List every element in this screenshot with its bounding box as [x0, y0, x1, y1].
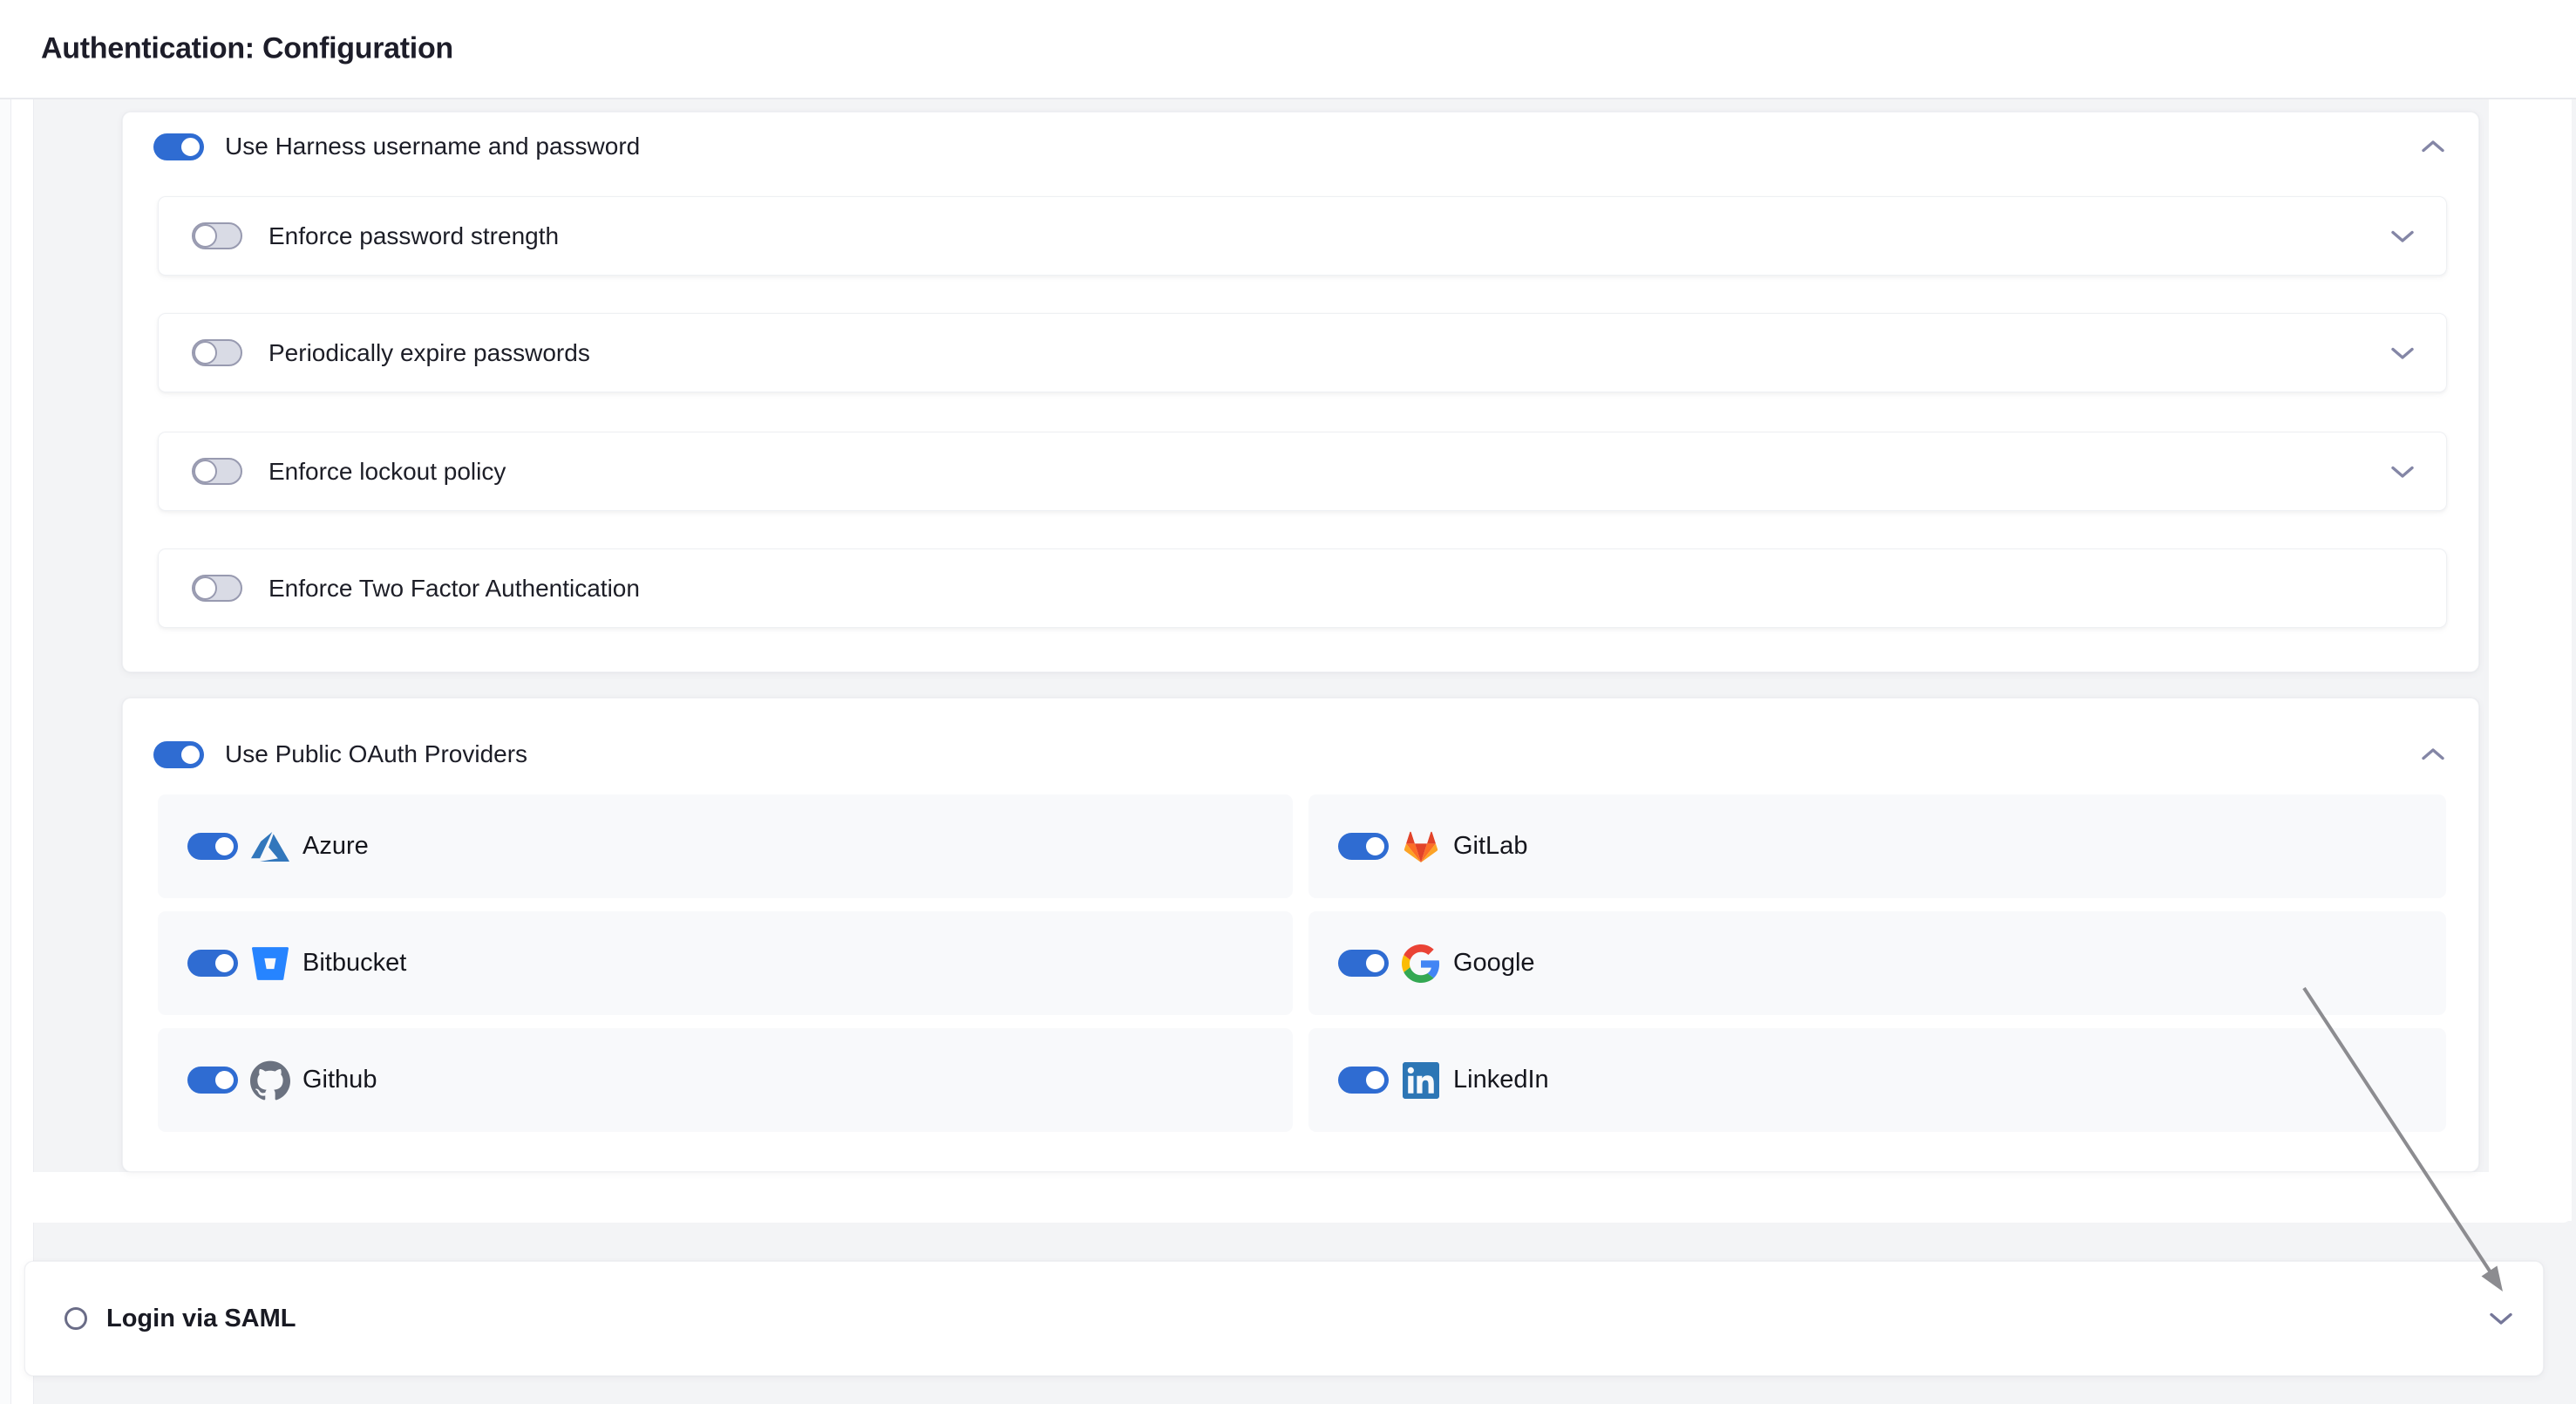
option-label: Enforce password strength [268, 222, 559, 250]
use-harness-username-password-toggle[interactable] [153, 133, 204, 160]
bitbucket-toggle[interactable] [187, 950, 238, 977]
provider-label: Google [1453, 949, 1535, 978]
github-icon [250, 1060, 290, 1101]
bitbucket-provider-row[interactable]: Bitbucket [158, 911, 1293, 1015]
chevron-down-icon[interactable] [2390, 228, 2415, 244]
google-toggle[interactable] [1338, 950, 1389, 977]
gitlab-icon [1401, 827, 1441, 867]
enforce-lockout-policy-toggle[interactable] [192, 458, 242, 485]
toggle-knob [1363, 1068, 1387, 1092]
toggle-knob [1363, 951, 1387, 975]
chevron-down-icon[interactable] [2390, 345, 2415, 361]
enforce-password-strength-row[interactable]: Enforce password strength [158, 196, 2447, 276]
provider-label: GitLab [1453, 832, 1527, 861]
bitbucket-icon [250, 944, 290, 984]
right-white-panel [2489, 99, 2572, 1221]
google-icon [1401, 944, 1441, 984]
enforce-password-strength-toggle[interactable] [192, 222, 242, 249]
chevron-up-icon[interactable] [2421, 139, 2445, 154]
gitlab-toggle[interactable] [1338, 833, 1389, 860]
left-edge-gutter [0, 99, 10, 1404]
github-provider-row[interactable]: Github [158, 1028, 1293, 1132]
provider-label: Bitbucket [302, 949, 406, 978]
linkedin-toggle[interactable] [1338, 1067, 1389, 1094]
toggle-knob [179, 135, 202, 159]
azure-provider-row[interactable]: Azure [158, 794, 1293, 898]
toggle-knob [194, 460, 217, 483]
periodically-expire-passwords-toggle[interactable] [192, 339, 242, 366]
toggle-knob [194, 341, 217, 365]
page-title: Authentication: Configuration [41, 32, 453, 66]
chevron-down-icon[interactable] [2390, 464, 2415, 480]
option-label: Enforce lockout policy [268, 458, 506, 486]
toggle-knob [213, 835, 236, 858]
azure-toggle[interactable] [187, 833, 238, 860]
enforce-two-factor-authentication-toggle[interactable] [192, 575, 242, 602]
page-header: Authentication: Configuration [0, 0, 2576, 99]
linkedin-icon [1401, 1060, 1441, 1101]
oauth-section-label: Use Public OAuth Providers [225, 740, 527, 768]
enforce-lockout-policy-row[interactable]: Enforce lockout policy [158, 432, 2447, 511]
harness-section-header: Use Harness username and password [153, 131, 2445, 162]
toggle-knob [1363, 835, 1387, 858]
chevron-down-icon[interactable] [2489, 1311, 2513, 1326]
option-label: Enforce Two Factor Authentication [268, 575, 640, 603]
auth-panel-footer-band [24, 1172, 2572, 1223]
chevron-up-icon[interactable] [2421, 746, 2445, 762]
toggle-knob [213, 1068, 236, 1092]
login-via-saml-section[interactable]: Login via SAML [24, 1261, 2544, 1376]
authentication-configuration-page: Authentication: Configuration Use Harnes… [0, 0, 2576, 1404]
provider-label: Github [302, 1066, 377, 1094]
public-oauth-providers-section: Use Public OAuth Providers Azure [122, 698, 2479, 1172]
toggle-knob [194, 576, 217, 600]
login-via-saml-radio[interactable] [65, 1307, 87, 1330]
linkedin-provider-row[interactable]: LinkedIn [1308, 1028, 2446, 1132]
oauth-provider-grid: Azure GitLab [158, 794, 2446, 1132]
harness-username-password-section: Use Harness username and password Enforc… [122, 112, 2479, 672]
google-provider-row[interactable]: Google [1308, 911, 2446, 1015]
toggle-knob [213, 951, 236, 975]
toggle-knob [194, 224, 217, 248]
github-toggle[interactable] [187, 1067, 238, 1094]
periodically-expire-passwords-row[interactable]: Periodically expire passwords [158, 313, 2447, 392]
enforce-two-factor-authentication-row[interactable]: Enforce Two Factor Authentication [158, 549, 2447, 628]
azure-icon [250, 827, 290, 867]
toggle-knob [179, 743, 202, 767]
option-label: Periodically expire passwords [268, 339, 590, 367]
harness-section-label: Use Harness username and password [225, 133, 640, 160]
gitlab-provider-row[interactable]: GitLab [1308, 794, 2446, 898]
provider-label: LinkedIn [1453, 1066, 1549, 1094]
provider-label: Azure [302, 832, 369, 861]
oauth-section-header: Use Public OAuth Providers [153, 739, 2445, 770]
saml-label: Login via SAML [106, 1305, 296, 1333]
use-public-oauth-providers-toggle[interactable] [153, 741, 204, 768]
